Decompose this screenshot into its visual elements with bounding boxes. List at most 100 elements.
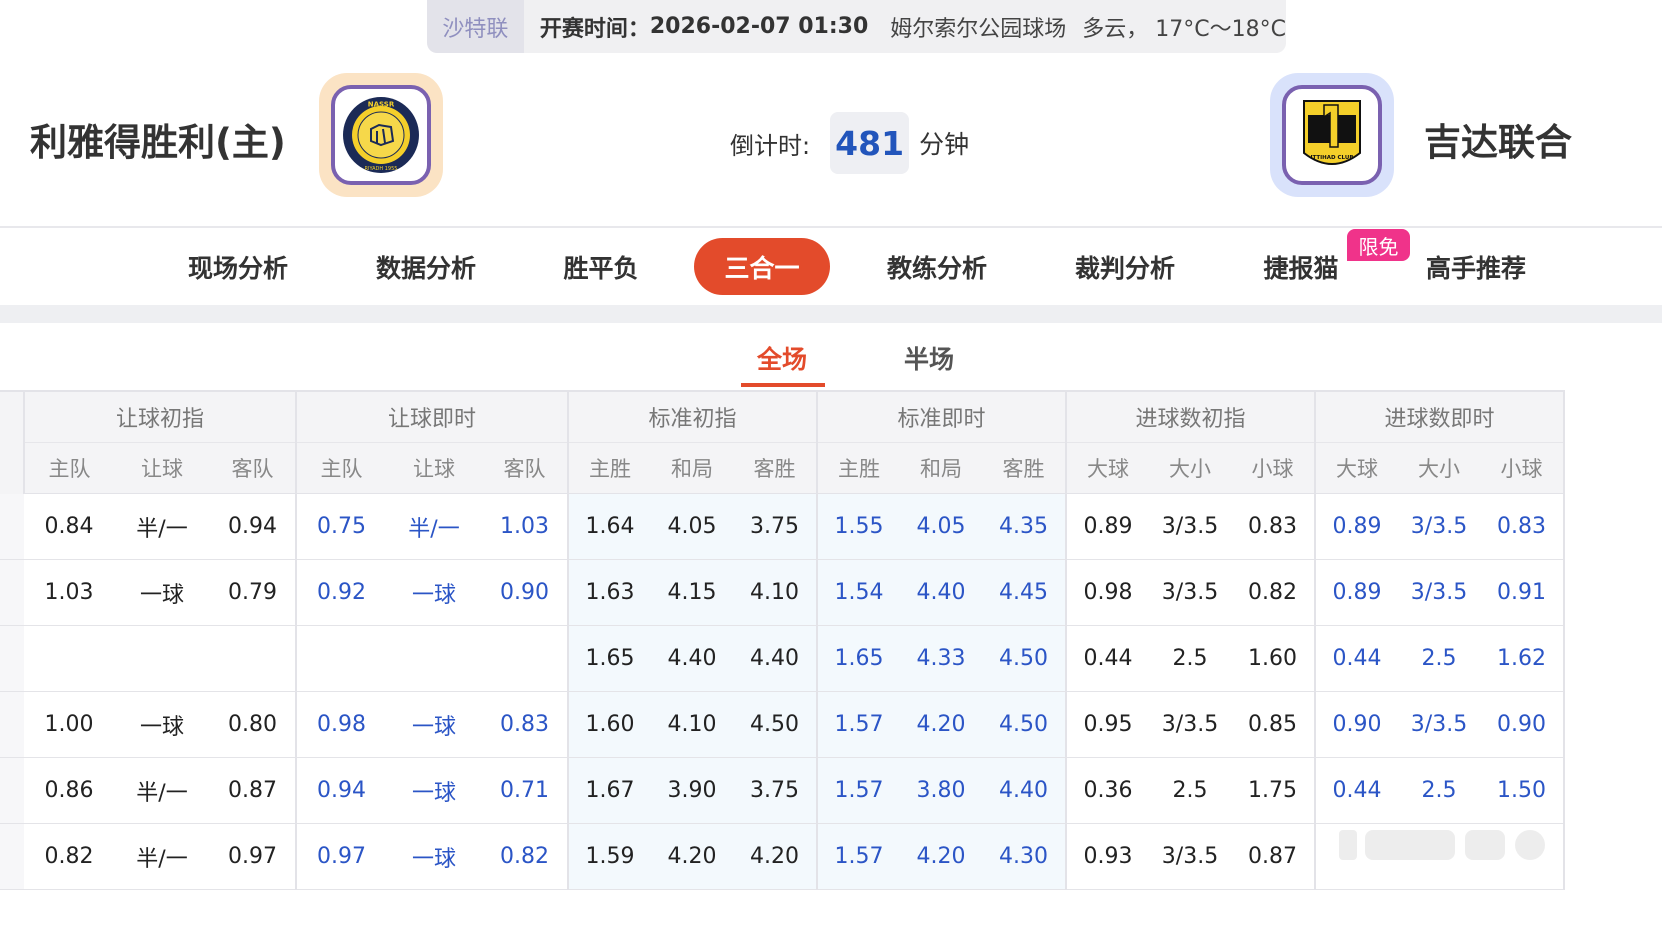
odds-cell-under: 0.83 <box>1480 493 1565 560</box>
odds-cell-under: 0.83 <box>1231 493 1316 560</box>
group-goals-initial: 进球数初指 <box>1066 390 1316 443</box>
odds-cell-total: 3/3.5 <box>1398 691 1480 758</box>
odds-cell-win: 1.57 <box>817 757 900 824</box>
odds-cell-home: 0.84 <box>24 493 114 560</box>
nav-item-live-analysis[interactable]: 现场分析 <box>186 238 290 295</box>
row-label-cell <box>0 559 24 626</box>
odds-cell-over: 0.98 <box>1066 559 1149 626</box>
home-logo-frame: NASSR RIYADH 1955 <box>331 85 431 185</box>
odds-cell-over: 0.44 <box>1315 757 1398 824</box>
row-label-cell <box>0 823 24 890</box>
odds-cell-loss: 3.75 <box>733 757 818 824</box>
odds-cell-line: 半/一 <box>114 493 210 560</box>
table-row[interactable]: 1.65 4.40 4.40 1.65 4.33 4.50 0.44 2.5 1.60 0.44 2… <box>0 625 1565 692</box>
active-tab-underline <box>741 383 825 387</box>
away-team-logo[interactable]: ITTIHAD CLUB <box>1270 73 1394 197</box>
away-team-name[interactable]: 吉达联合 <box>1424 112 1572 166</box>
section-separator <box>0 305 1662 323</box>
odds-cell-draw: 3.90 <box>651 757 733 824</box>
odds-cell-total: 3/3.5 <box>1149 823 1231 890</box>
odds-cell-home: 1.03 <box>24 559 114 626</box>
odds-cell-line: 半/一 <box>386 493 482 560</box>
nav-item-jiebaomao[interactable]: 捷报猫 <box>1262 238 1340 295</box>
odds-cell-win: 1.57 <box>817 691 900 758</box>
table-row[interactable]: 0.86 半/一 0.87 0.94 一球 0.71 1.67 3.90 3.75 1.57 3.8… <box>0 757 1565 824</box>
table-row[interactable]: 1.03 一球 0.79 0.92 一球 0.90 1.63 4.15 4.10 1.54 4.40… <box>0 559 1565 626</box>
svg-text:RIYADH 1955: RIYADH 1955 <box>365 166 398 172</box>
odds-cell-line <box>114 625 210 692</box>
free-badge: 限免 <box>1347 229 1410 261</box>
odds-cell-total: 2.5 <box>1398 757 1480 824</box>
column-header-line: 让球 <box>114 442 210 494</box>
row-label-cell <box>0 625 24 692</box>
nav-item-referee-analysis[interactable]: 裁判分析 <box>1073 238 1177 295</box>
odds-cell-home: 0.75 <box>296 493 386 560</box>
league-tag[interactable]: 沙特联 <box>427 0 524 53</box>
nav-item-three-in-one[interactable]: 三合一 <box>694 238 830 295</box>
tab-half-time[interactable]: 半场 <box>904 340 954 376</box>
table-row[interactable]: 0.82 半/一 0.97 0.97 一球 0.82 1.59 4.20 4.20 1.57 4.2… <box>0 823 1565 890</box>
column-header-row: 主队 让球 客队 主队 让球 客队 主胜 和局 客胜 主胜 和局 客胜 大球 大小 小球 大球 大小 小球 <box>0 442 1565 494</box>
odds-cell-draw: 4.40 <box>900 559 982 626</box>
odds-cell-win: 1.54 <box>817 559 900 626</box>
watermark-logo-icon <box>1339 830 1545 860</box>
main-nav: 现场分析 数据分析 胜平负 三合一 教练分析 裁判分析 捷报猫 高手推荐 <box>0 228 1662 304</box>
odds-cell-away: 1.03 <box>482 493 569 560</box>
column-header-line: 让球 <box>386 442 482 494</box>
column-header-total: 大小 <box>1149 442 1231 494</box>
odds-cell-win: 1.55 <box>817 493 900 560</box>
table-row[interactable]: 0.84 半/一 0.94 0.75 半/一 1.03 1.64 4.05 3.75 1.55 4.… <box>0 493 1565 560</box>
group-handicap-initial: 让球初指 <box>24 390 297 443</box>
column-header-under: 小球 <box>1480 442 1565 494</box>
odds-cell-line: 一球 <box>386 559 482 626</box>
column-header-win: 主胜 <box>568 442 651 494</box>
svg-text:ITTIHAD CLUB: ITTIHAD CLUB <box>1310 155 1353 161</box>
home-team-name[interactable]: 利雅得胜利(主) <box>30 112 286 166</box>
odds-cell-line: 一球 <box>114 559 210 626</box>
column-header-loss: 客胜 <box>733 442 818 494</box>
home-team-logo[interactable]: NASSR RIYADH 1955 <box>319 73 443 197</box>
column-header-draw: 和局 <box>900 442 982 494</box>
odds-cell-loss: 4.50 <box>733 691 818 758</box>
odds-cell-win: 1.63 <box>568 559 651 626</box>
odds-cell-over: 0.93 <box>1066 823 1149 890</box>
odds-cell-over: 0.36 <box>1066 757 1149 824</box>
column-header-win: 主胜 <box>817 442 900 494</box>
table-row[interactable]: 1.00 一球 0.80 0.98 一球 0.83 1.60 4.10 4.50 1.57 4.20… <box>0 691 1565 758</box>
odds-cell-win: 1.65 <box>568 625 651 692</box>
odds-cell-draw: 4.05 <box>651 493 733 560</box>
odds-cell-total: 3/3.5 <box>1149 691 1231 758</box>
odds-cell-draw: 4.20 <box>651 823 733 890</box>
tab-full-time[interactable]: 全场 <box>757 340 807 376</box>
odds-cell-loss: 4.40 <box>733 625 818 692</box>
odds-cell-line: 半/一 <box>114 823 210 890</box>
nav-item-win-draw-loss[interactable]: 胜平负 <box>561 238 641 295</box>
odds-cell-under: 1.50 <box>1480 757 1565 824</box>
group-handicap-live: 让球即时 <box>296 390 569 443</box>
odds-cell-draw: 4.20 <box>900 823 982 890</box>
odds-cell-over: 0.89 <box>1066 493 1149 560</box>
odds-cell-line: 一球 <box>114 691 210 758</box>
odds-cell-away: 0.83 <box>482 691 569 758</box>
odds-cell-loss: 4.50 <box>982 625 1067 692</box>
group-header-row: 让球初指 让球即时 标准初指 标准即时 进球数初指 进球数即时 <box>0 390 1565 494</box>
nav-item-expert-picks[interactable]: 高手推荐 <box>1424 238 1528 295</box>
odds-cell-line: 一球 <box>386 757 482 824</box>
odds-cell-home: 0.98 <box>296 691 386 758</box>
odds-cell-win: 1.64 <box>568 493 651 560</box>
countdown-value: 481 <box>830 112 910 174</box>
odds-cell-total: 3/3.5 <box>1149 493 1231 560</box>
row-label-header <box>0 390 25 494</box>
odds-cell-home: 0.86 <box>24 757 114 824</box>
group-standard-initial: 标准初指 <box>568 390 818 443</box>
odds-cell-away: 0.79 <box>210 559 297 626</box>
odds-cell-under: 0.87 <box>1231 823 1316 890</box>
nav-item-data-analysis[interactable]: 数据分析 <box>374 238 478 295</box>
odds-cell-line <box>386 625 482 692</box>
odds-cell-loss: 4.35 <box>982 493 1067 560</box>
kickoff-time: 2026-02-07 01:30 <box>649 14 869 39</box>
odds-cell-draw: 3.80 <box>900 757 982 824</box>
countdown-unit: 分钟 <box>919 130 970 159</box>
nav-item-coach-analysis[interactable]: 教练分析 <box>885 238 989 295</box>
odds-cell-line: 一球 <box>386 823 482 890</box>
